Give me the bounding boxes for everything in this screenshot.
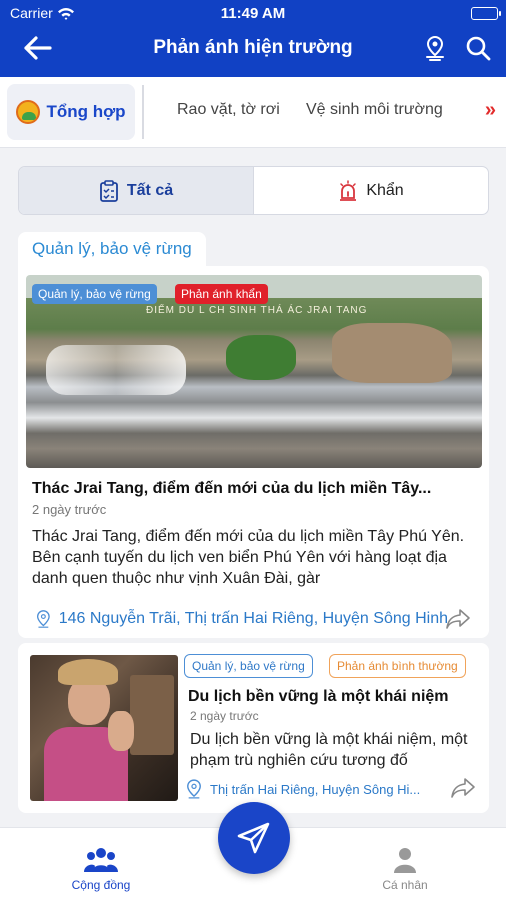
tab-tong-hop-label: Tổng hợp xyxy=(46,102,126,121)
nav-personal-label: Cá nhân xyxy=(382,878,428,892)
nav-personal[interactable]: Cá nhân xyxy=(350,846,460,892)
status-time: 11:49 AM xyxy=(220,5,286,22)
more-tabs-icon[interactable]: » xyxy=(485,99,496,122)
priority-filter: Tất cả Khẩn xyxy=(18,166,489,215)
share-icon[interactable] xyxy=(450,777,476,799)
category-tabs: Tổng hợp Rao vặt, tờ rơi Vệ sinh môi trư… xyxy=(0,77,506,148)
normal-tag: Phản ánh bình thường xyxy=(329,654,466,678)
post-time: 2 ngày trước xyxy=(32,502,107,517)
post-address[interactable]: Thị trấn Hai Riêng, Huyện Sông Hi... xyxy=(186,779,440,799)
image-caption: ĐIỂM DU L CH SINH THÁ ÁC JRAI TANG xyxy=(146,305,368,316)
post-address[interactable]: 146 Nguyễn Trãi, Thị trấn Hai Riêng, Huy… xyxy=(36,608,448,630)
battery-icon xyxy=(471,7,501,20)
post-address-text: Thị trấn Hai Riêng, Huyện Sông Hi... xyxy=(210,781,421,797)
nav-community-label: Cộng đồng xyxy=(71,878,131,892)
location-pin-icon xyxy=(36,610,50,628)
community-icon xyxy=(84,848,118,872)
search-icon[interactable] xyxy=(464,34,492,62)
filter-urgent-label: Khẩn xyxy=(366,181,404,199)
alarm-light-icon xyxy=(340,179,357,201)
back-arrow-icon[interactable] xyxy=(22,34,54,62)
filter-all-label: Tất cả xyxy=(126,181,174,199)
post-address-text: 146 Nguyễn Trãi, Thị trấn Hai Riêng, Huy… xyxy=(58,610,448,627)
post-card[interactable]: ĐIỂM DU L CH SINH THÁ ÁC JRAI TANG Quản … xyxy=(18,266,489,638)
location-pin-icon xyxy=(187,779,201,799)
tab-rao-vat[interactable]: Rao vặt, tờ rơi xyxy=(177,101,280,119)
post-title: Du lịch bền vững là một khái niệm xyxy=(188,688,449,705)
post-time: 2 ngày trước xyxy=(190,709,259,723)
filter-urgent[interactable]: Khẩn xyxy=(254,167,488,214)
tab-ve-sinh-moi-truong[interactable]: Vệ sinh môi trường xyxy=(306,101,443,119)
filter-all[interactable]: Tất cả xyxy=(19,167,254,214)
status-bar: Carrier 11:49 AM xyxy=(0,0,506,26)
share-icon[interactable] xyxy=(445,608,471,630)
post-description: Thác Jrai Tang, điểm đến mới của du lịch… xyxy=(32,528,465,587)
tab-divider xyxy=(142,85,144,139)
post-title: Thác Jrai Tang, điểm đến mới của du lịch… xyxy=(32,480,432,497)
post-image: ĐIỂM DU L CH SINH THÁ ÁC JRAI TANG Quản … xyxy=(26,275,482,468)
map-pin-icon[interactable] xyxy=(422,34,448,62)
person-icon xyxy=(394,848,416,873)
post-image xyxy=(30,655,178,801)
clipboard-icon xyxy=(99,179,118,202)
post-card[interactable]: Quản lý, bảo vệ rừng Phản ánh bình thườn… xyxy=(18,643,489,813)
section-label: Quản lý, bảo vệ rừng xyxy=(18,232,206,266)
nav-community[interactable]: Cộng đồng xyxy=(46,846,156,892)
category-tag: Quản lý, bảo vệ rừng xyxy=(184,654,313,678)
tab-tong-hop[interactable]: Tổng hợp xyxy=(7,84,135,140)
paper-plane-icon xyxy=(237,822,270,854)
post-description: Du lịch bền vững là một khái niệm, một p… xyxy=(190,731,468,769)
urgent-tag: Phản ánh khẩn xyxy=(175,284,268,304)
category-logo-icon xyxy=(16,100,41,124)
category-tag: Quản lý, bảo vệ rừng xyxy=(32,284,157,304)
send-report-button[interactable] xyxy=(218,802,290,874)
app-header: Carrier 11:49 AM Phản ánh hiện trường xyxy=(0,0,506,77)
